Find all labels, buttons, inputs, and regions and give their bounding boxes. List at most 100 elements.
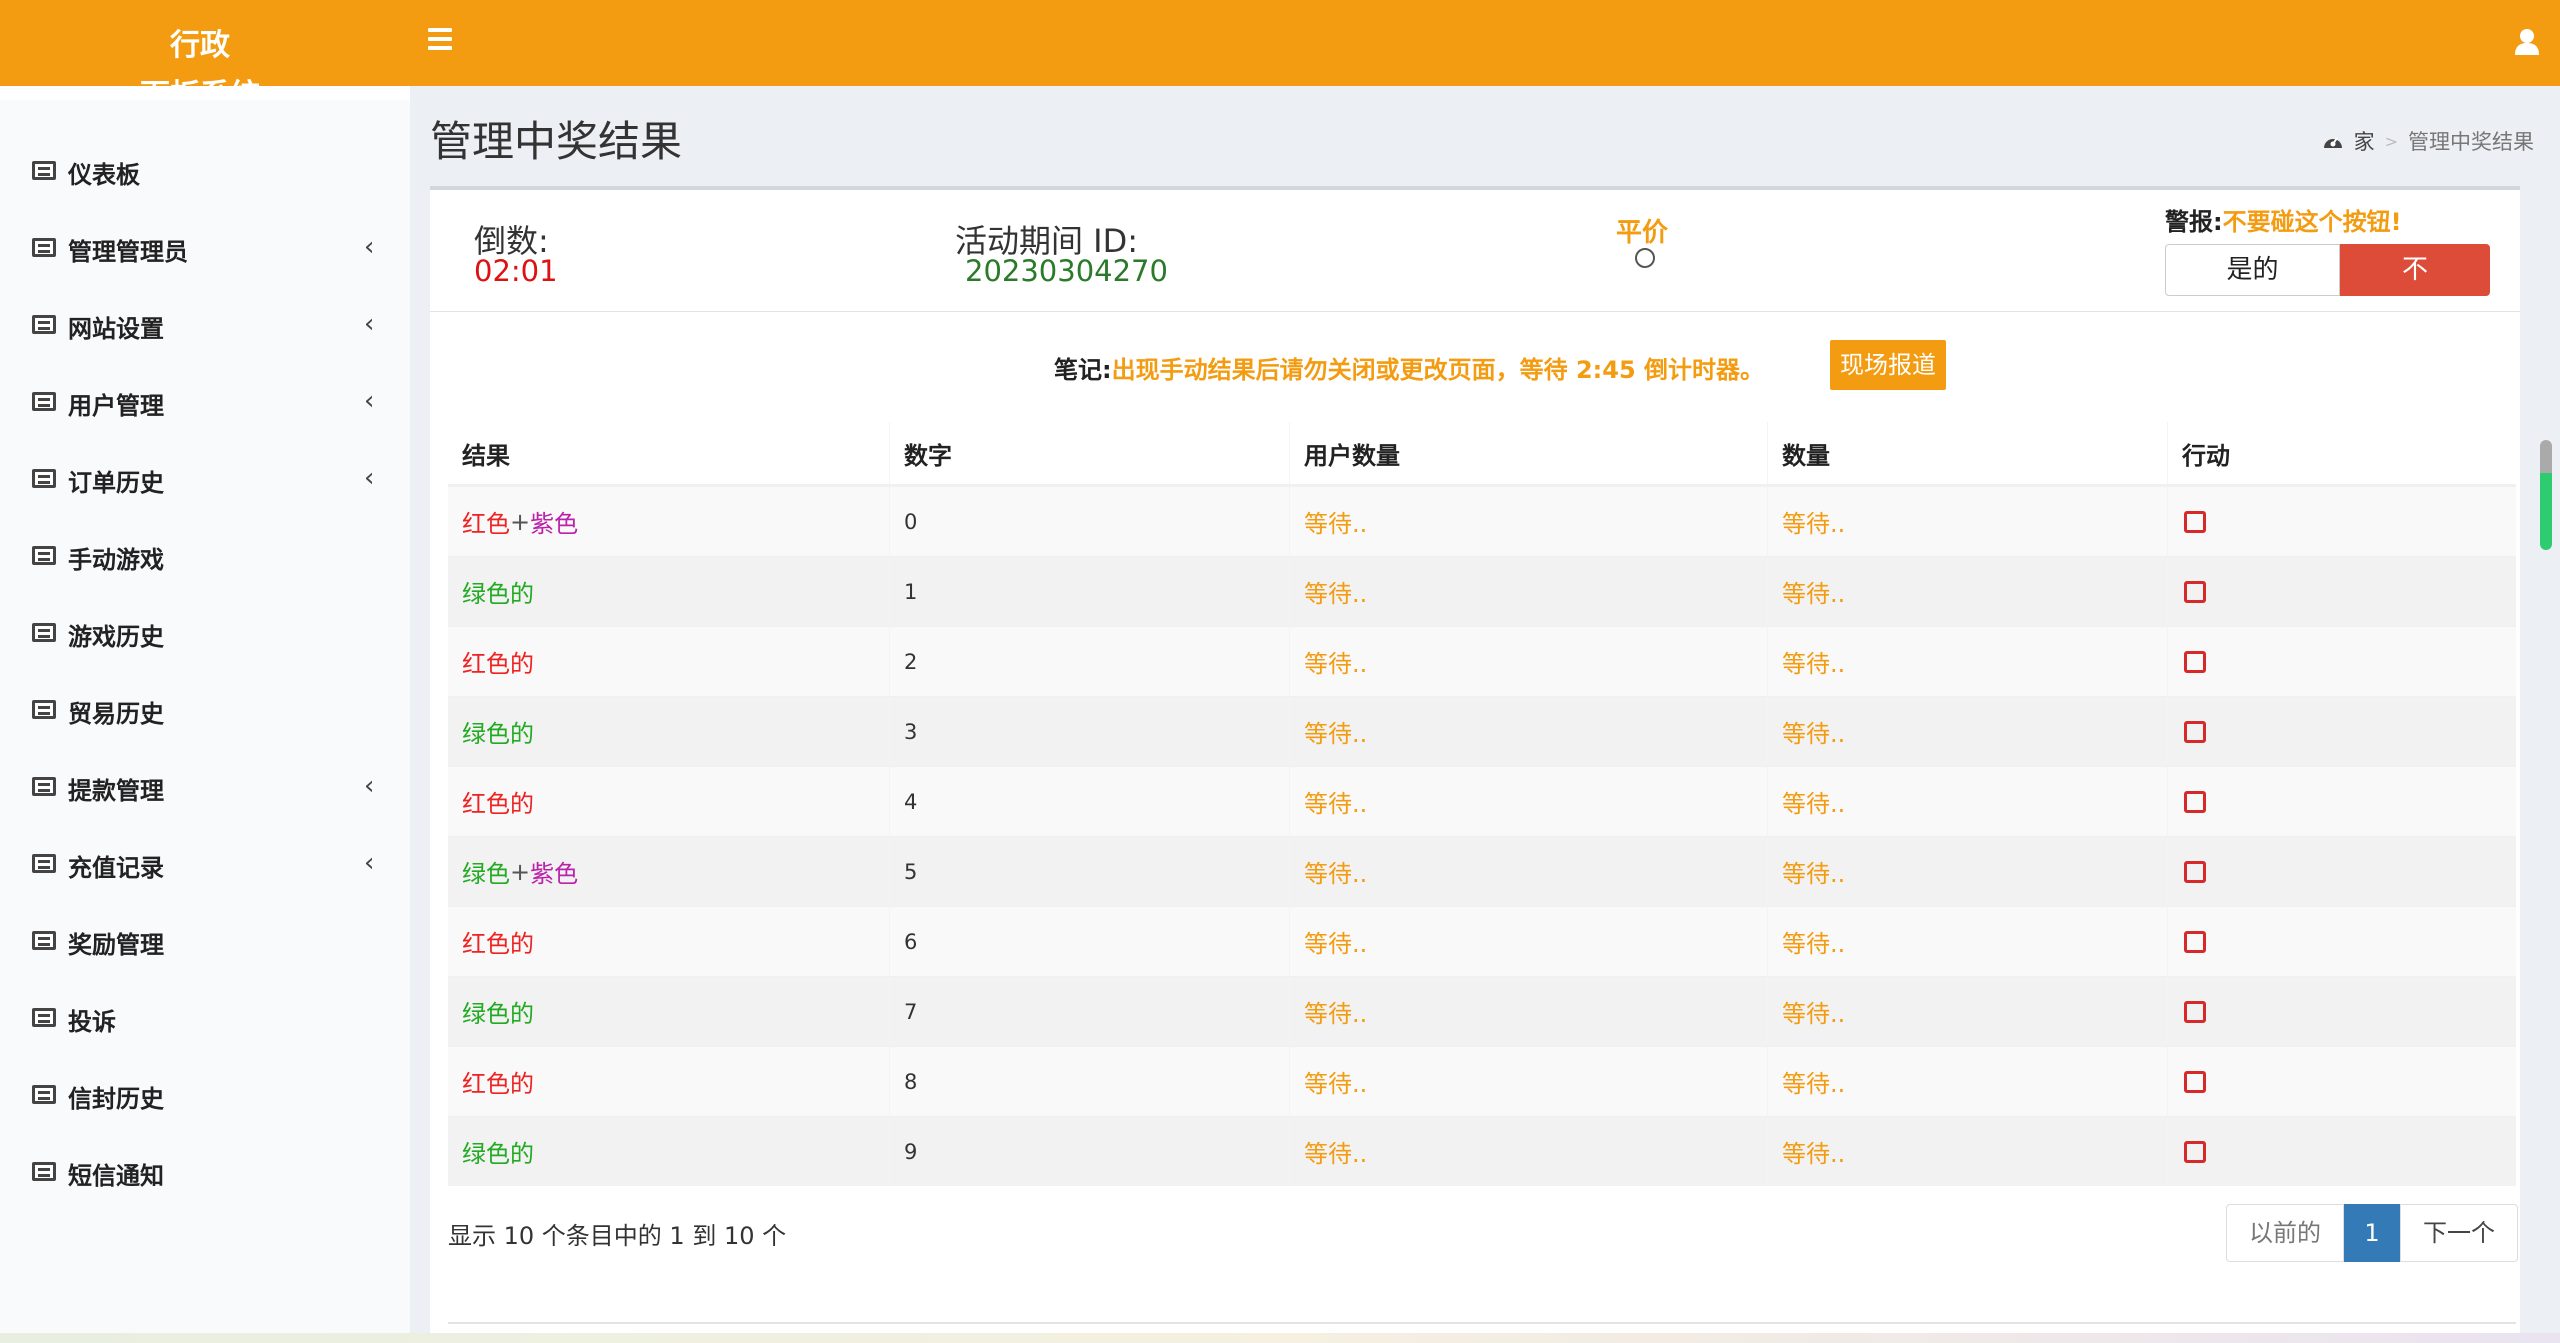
tie-radio[interactable] xyxy=(1635,248,1655,268)
note-text: 出现手动结果后请勿关闭或更改页面，等待 2:45 倒计时器。 xyxy=(1111,356,1765,384)
select-result-checkbox[interactable] xyxy=(2184,930,2206,953)
user-count-cell: 等待.. xyxy=(1290,907,1768,976)
column-header-action[interactable]: 行动 xyxy=(2168,422,2516,484)
user-count-cell: 等待.. xyxy=(1290,767,1768,836)
user-count-cell: 等待.. xyxy=(1290,697,1768,766)
select-result-checkbox[interactable] xyxy=(2184,720,2206,743)
result-color-text: 红色的 xyxy=(462,1070,534,1098)
amount-cell: 等待.. xyxy=(1768,977,2168,1046)
list-icon xyxy=(32,315,56,334)
alert-text: 不要碰这个按钮! xyxy=(2222,208,2402,236)
sidebar-item-label: 奖励管理 xyxy=(68,931,164,959)
select-result-checkbox[interactable] xyxy=(2184,1070,2206,1093)
list-icon xyxy=(32,854,56,873)
page-1-button[interactable]: 1 xyxy=(2344,1204,2400,1262)
logo-text: 行政 xyxy=(170,28,230,63)
sidebar-item[interactable]: 用户管理 ‹ xyxy=(0,362,410,439)
select-result-checkbox[interactable] xyxy=(2184,790,2206,813)
pagination: 以前的 1 下一个 xyxy=(2226,1204,2518,1262)
table-row: 绿色 + 紫色 5 等待.. 等待.. xyxy=(448,836,2516,906)
chevron-left-icon: ‹ xyxy=(364,232,375,262)
column-header-amount[interactable]: 数量 xyxy=(1768,422,2168,484)
sidebar-item[interactable]: 手动游戏 xyxy=(0,516,410,593)
select-result-checkbox[interactable] xyxy=(2184,580,2206,603)
action-cell xyxy=(2168,977,2516,1046)
number-cell: 7 xyxy=(890,977,1290,1046)
table-row: 红色的 8 等待.. 等待.. xyxy=(448,1046,2516,1116)
top-navbar: 行政 面板系统 xyxy=(0,0,2560,86)
sidebar-item[interactable]: 网站设置 ‹ xyxy=(0,285,410,362)
amount-cell: 等待.. xyxy=(1768,1047,2168,1116)
results-table: 结果 数字 用户数量 数量 行动 红色 + 紫色 0 等待.. 等待.. 绿色的 1 等待.. 等… xyxy=(448,422,2516,1186)
select-result-checkbox[interactable] xyxy=(2184,650,2206,673)
column-header-user-count[interactable]: 用户数量 xyxy=(1290,422,1768,484)
live-report-button[interactable]: 现场报道 xyxy=(1830,340,1946,390)
breadcrumb-home-link[interactable]: 家 xyxy=(2354,126,2375,156)
sidebar-item[interactable]: 订单历史 ‹ xyxy=(0,439,410,516)
no-button[interactable]: 不 xyxy=(2340,244,2490,296)
result-color-text: 红色的 xyxy=(462,790,534,818)
sidebar-item[interactable]: 管理管理员 ‹ xyxy=(0,208,410,285)
select-result-checkbox[interactable] xyxy=(2184,1140,2206,1163)
column-header-number[interactable]: 数字 xyxy=(890,422,1290,484)
user-count-cell: 等待.. xyxy=(1290,487,1768,556)
logo[interactable]: 行政 面板系统 xyxy=(0,0,384,86)
table-row: 红色的 2 等待.. 等待.. xyxy=(448,626,2516,696)
list-icon xyxy=(32,1008,56,1027)
sidebar-item-label: 投诉 xyxy=(68,1008,116,1036)
user-count-cell: 等待.. xyxy=(1290,1047,1768,1116)
action-cell xyxy=(2168,1047,2516,1116)
note-message: 笔记:出现手动结果后请勿关闭或更改页面，等待 2:45 倒计时器。 xyxy=(1054,350,1764,385)
alert-label: 警报: xyxy=(2165,208,2223,236)
table-header-row: 结果 数字 用户数量 数量 行动 xyxy=(448,422,2516,486)
divider xyxy=(448,1322,2516,1324)
sidebar-item[interactable]: 仪表板 xyxy=(0,131,410,208)
select-result-checkbox[interactable] xyxy=(2184,510,2206,533)
sidebar-item-label: 订单历史 xyxy=(68,469,164,497)
table-row: 红色的 4 等待.. 等待.. xyxy=(448,766,2516,836)
yes-button[interactable]: 是的 xyxy=(2165,244,2340,296)
column-header-result[interactable]: 结果 xyxy=(448,422,890,484)
amount-cell: 等待.. xyxy=(1768,557,2168,626)
sidebar-item[interactable]: 奖励管理 xyxy=(0,901,410,978)
result-cell: 红色 + 紫色 xyxy=(448,487,890,556)
sidebar-item[interactable]: 短信通知 xyxy=(0,1132,410,1209)
action-cell xyxy=(2168,557,2516,626)
amount-cell: 等待.. xyxy=(1768,627,2168,696)
note-label: 笔记: xyxy=(1054,356,1112,384)
result-cell: 绿色的 xyxy=(448,557,890,626)
user-count-cell: 等待.. xyxy=(1290,557,1768,626)
sidebar-item[interactable]: 信封历史 xyxy=(0,1055,410,1132)
bottom-edge xyxy=(0,1333,2560,1343)
action-cell xyxy=(2168,907,2516,976)
scrollbar-thumb[interactable] xyxy=(2540,440,2552,550)
number-cell: 4 xyxy=(890,767,1290,836)
sidebar-item-label: 贸易历史 xyxy=(68,700,164,728)
action-cell xyxy=(2168,767,2516,836)
sidebar-item[interactable]: 提款管理 ‹ xyxy=(0,747,410,824)
number-cell: 9 xyxy=(890,1117,1290,1186)
amount-cell: 等待.. xyxy=(1768,767,2168,836)
user-icon[interactable] xyxy=(2514,28,2540,56)
number-cell: 1 xyxy=(890,557,1290,626)
select-result-checkbox[interactable] xyxy=(2184,860,2206,883)
sidebar-item[interactable]: 贸易历史 xyxy=(0,670,410,747)
sidebar-item[interactable]: 投诉 xyxy=(0,978,410,1055)
result-color-text: + xyxy=(510,507,531,536)
previous-page-button[interactable]: 以前的 xyxy=(2226,1204,2344,1262)
result-color-text: 红色的 xyxy=(462,650,534,678)
menu-toggle-icon[interactable] xyxy=(428,28,452,56)
next-page-button[interactable]: 下一个 xyxy=(2400,1204,2518,1262)
page-title: 管理中奖结果 xyxy=(430,117,683,166)
result-color-text: 绿色的 xyxy=(462,1140,534,1168)
sidebar-item[interactable]: 充值记录 ‹ xyxy=(0,824,410,901)
list-icon xyxy=(32,1085,56,1104)
sidebar-item[interactable]: 游戏历史 xyxy=(0,593,410,670)
select-result-checkbox[interactable] xyxy=(2184,1000,2206,1023)
amount-cell: 等待.. xyxy=(1768,907,2168,976)
user-count-cell: 等待.. xyxy=(1290,977,1768,1046)
period-id-value: 20230304270 xyxy=(965,254,1168,288)
chevron-left-icon: ‹ xyxy=(364,463,375,493)
result-color-text: 红色的 xyxy=(462,930,534,958)
sidebar-item-label: 充值记录 xyxy=(68,854,164,882)
